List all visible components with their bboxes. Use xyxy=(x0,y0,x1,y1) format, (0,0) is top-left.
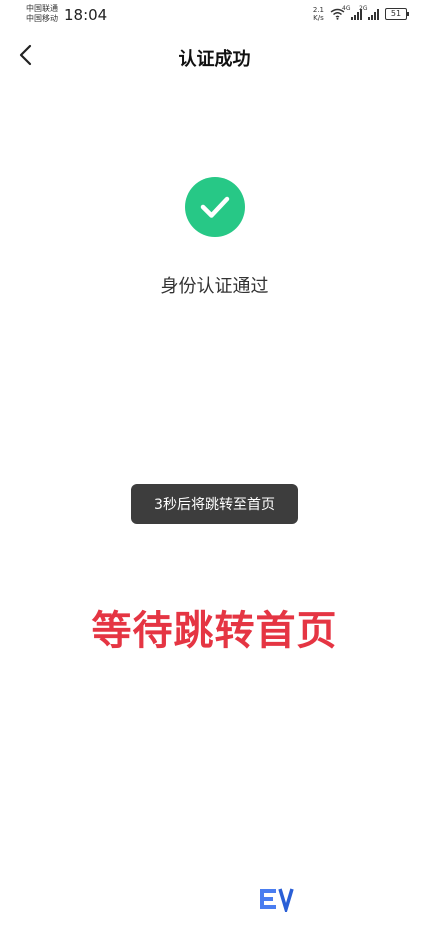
network-speed: 2.1 K/s xyxy=(313,6,324,22)
watermark-logo-icon xyxy=(260,888,294,912)
battery-icon: 51 xyxy=(385,8,409,20)
status-bar: 中国联通 中国移动 18:04 2.1 K/s 4G 2G 51 xyxy=(0,0,429,30)
network-speed-unit: K/s xyxy=(313,14,324,22)
page-title: 认证成功 xyxy=(178,49,251,70)
verification-success-message: 身份认证通过 xyxy=(160,276,269,297)
toast-text: 3秒后将跳转至首页 xyxy=(154,497,275,513)
carrier-2: 中国移动 xyxy=(26,14,58,23)
signal-1-type: 4G xyxy=(342,5,351,12)
battery-level: 51 xyxy=(390,9,402,18)
status-indicators: 2.1 K/s 4G 2G 51 xyxy=(313,5,409,22)
check-icon xyxy=(200,196,230,218)
redirect-toast: 3秒后将跳转至首页 xyxy=(131,484,298,524)
carrier-1: 中国联通 xyxy=(26,4,58,13)
status-time: 18:04 xyxy=(64,6,108,24)
success-badge xyxy=(185,177,245,237)
network-speed-value: 2.1 xyxy=(312,6,324,14)
signal-2-type: 2G xyxy=(359,5,368,12)
nav-bar: 认证成功 xyxy=(0,36,429,76)
overlay-caption: 等待跳转首页 xyxy=(91,608,338,654)
carrier-info: 中国联通 中国移动 xyxy=(26,4,58,24)
signal-2-icon: 2G xyxy=(359,5,379,20)
